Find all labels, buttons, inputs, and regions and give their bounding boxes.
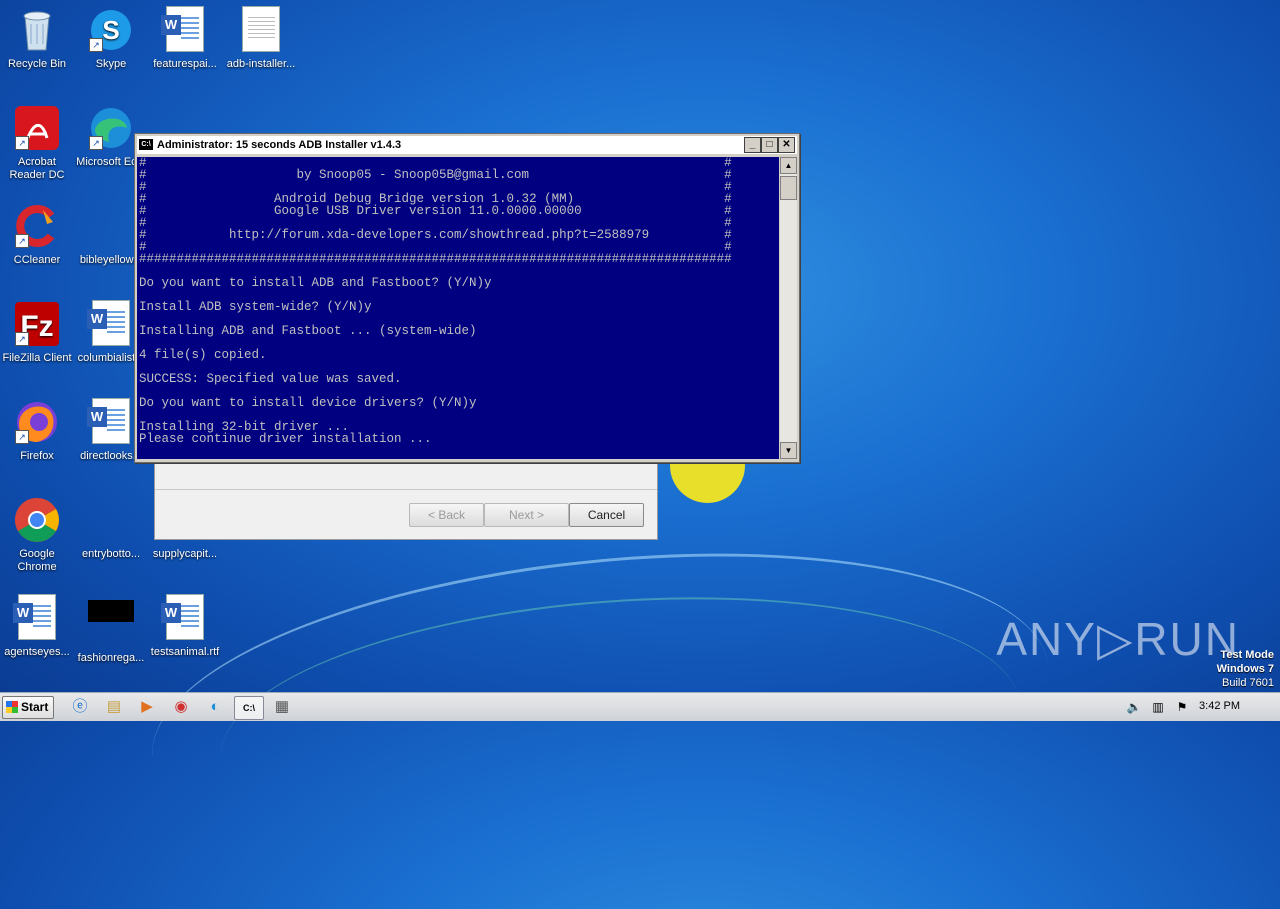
word-document-icon (161, 594, 209, 642)
desktop-icon-entrybotto[interactable]: entrybotto... (74, 490, 148, 561)
shortcut-arrow-icon: ↗ (89, 38, 103, 52)
internet-explorer-icon[interactable]: ⓔ (66, 696, 94, 718)
word-document-icon (161, 6, 209, 54)
shortcut-arrow-icon: ↗ (15, 234, 29, 248)
svg-text:S: S (102, 15, 119, 45)
desktop-icon-featurespai[interactable]: featurespai... (148, 0, 222, 71)
console-scrollbar[interactable]: ▲ ▼ (780, 157, 797, 459)
minimize-button[interactable]: _ (744, 137, 761, 153)
cancel-button[interactable]: Cancel (569, 503, 644, 527)
console-titlebar[interactable]: C:\ Administrator: 15 seconds ADB Instal… (137, 136, 797, 154)
word-document-icon (87, 300, 135, 348)
acrobat-icon: ↗ (13, 104, 61, 152)
close-button[interactable]: ✕ (778, 137, 795, 153)
filezilla-icon: Fz ↗ (13, 300, 61, 348)
next-button[interactable]: Next > (484, 503, 569, 527)
start-button[interactable]: Start (2, 696, 54, 719)
black-file-icon (87, 600, 135, 648)
ccleaner-icon: ↗ (13, 202, 61, 250)
chrome-icon (13, 496, 61, 544)
desktop-icon-recycle-bin[interactable]: Recycle Bin (0, 0, 74, 71)
desktop-icon-ccleaner[interactable]: ↗ CCleaner (0, 196, 74, 267)
media-player-icon[interactable]: ▶ (133, 696, 161, 718)
shortcut-arrow-icon: ↗ (15, 430, 29, 444)
installer-taskbar-icon[interactable]: ▦ (268, 696, 296, 718)
edge-icon: ↗ (87, 104, 135, 152)
file-icon (87, 496, 135, 544)
edge-taskbar-icon[interactable]: ◐ (201, 696, 229, 718)
chrome-taskbar-icon[interactable]: ◉ (167, 696, 195, 718)
desktop-icon-chrome[interactable]: Google Chrome (0, 490, 74, 574)
word-document-icon (13, 594, 61, 642)
console-window[interactable]: C:\ Administrator: 15 seconds ADB Instal… (134, 133, 800, 463)
system-tray: 🔈 ▥ ⚑ 3:42 PM (1120, 693, 1280, 721)
windows-logo-icon (6, 701, 18, 713)
scroll-up-icon[interactable]: ▲ (780, 157, 797, 174)
clock[interactable]: 3:42 PM (1199, 700, 1240, 712)
console-title: Administrator: 15 seconds ADB Installer … (157, 139, 402, 151)
desktop-icon-firefox[interactable]: ↗ Firefox (0, 392, 74, 463)
taskbar: Start ⓔ ▤ ▶ ◉ ◐ C:\ ▦ 🔈 ▥ ⚑ 3:42 PM (0, 692, 1280, 721)
recycle-bin-icon (13, 6, 61, 54)
firefox-icon: ↗ (13, 398, 61, 446)
word-document-icon (87, 398, 135, 446)
scroll-thumb[interactable] (780, 176, 797, 200)
desktop-icon-skype[interactable]: S ↗ Skype (74, 0, 148, 71)
cmd-taskbar-icon[interactable]: C:\ (234, 696, 264, 720)
scroll-down-icon[interactable]: ▼ (780, 442, 797, 459)
desktop-icon-acrobat[interactable]: ↗ Acrobat Reader DC (0, 98, 74, 182)
desktop-icon-agentseyes[interactable]: agentseyes... (0, 588, 74, 659)
text-file-icon (237, 6, 285, 54)
separator (155, 489, 657, 490)
console-output[interactable]: # # # by Snoop05 - Snoop05B@gmail.com # … (137, 157, 779, 459)
test-mode-text: Test Mode Windows 7 Build 7601 (1216, 649, 1274, 689)
file-icon (87, 202, 135, 250)
driver-installer-window[interactable]: < Back Next > Cancel (154, 455, 658, 540)
file-explorer-icon[interactable]: ▤ (100, 696, 128, 718)
desktop-icon-testsanimal[interactable]: testsanimal.rtf (148, 588, 222, 659)
console-text: # # # by Snoop05 - Snoop05B@gmail.com # … (139, 157, 732, 446)
desktop-icon-adb-installer[interactable]: adb-installer... (224, 0, 298, 71)
anyrun-watermark: ANY▷RUN (996, 613, 1240, 665)
maximize-button[interactable]: □ (761, 137, 778, 153)
skype-icon: S ↗ (87, 6, 135, 54)
action-center-flag-icon[interactable]: ⚑ (1168, 696, 1196, 718)
shortcut-arrow-icon: ↗ (15, 136, 29, 150)
shortcut-arrow-icon: ↗ (89, 136, 103, 150)
desktop-icon-fashionrega[interactable]: fashionrega... (74, 588, 148, 665)
back-button[interactable]: < Back (409, 503, 484, 527)
desktop-icon-filezilla[interactable]: Fz ↗ FileZilla Client (0, 294, 74, 365)
cmd-icon: C:\ (139, 139, 153, 150)
shortcut-arrow-icon: ↗ (15, 332, 29, 346)
